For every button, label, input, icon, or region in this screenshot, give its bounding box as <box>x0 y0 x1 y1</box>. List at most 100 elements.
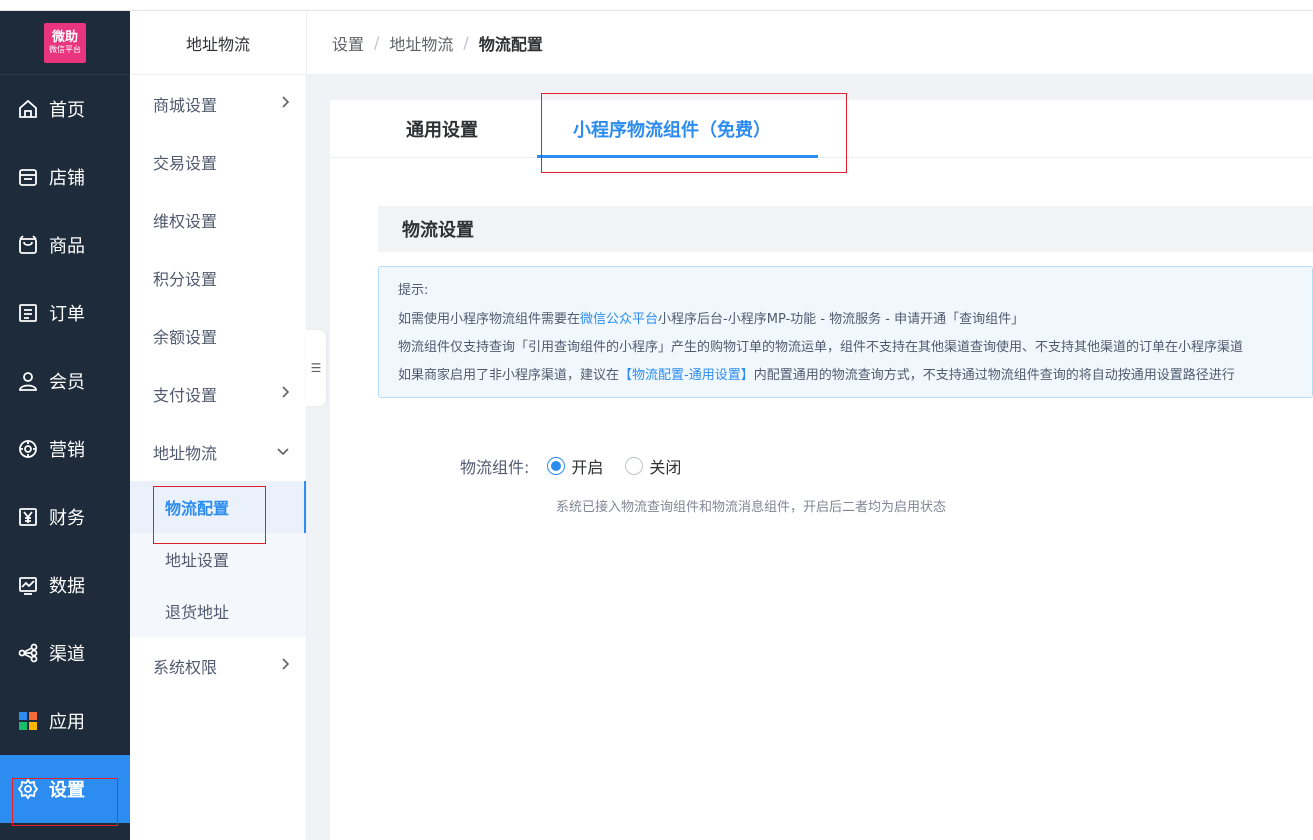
nav-item-settings[interactable]: 设置 <box>0 755 130 823</box>
alert-line-1-post: 小程序后台-小程序MP-功能 - 物流服务 - 申请开通「查询组件」 <box>658 312 1025 327</box>
tab-miniprogram-logistics[interactable]: 小程序物流组件（免费） <box>573 100 771 158</box>
sub-item-rights-settings[interactable]: 维权设置 <box>130 191 306 249</box>
settings-icon <box>17 778 39 800</box>
logo-line-1: 微助 <box>51 30 78 45</box>
nav-label-finance: 财务 <box>49 508 85 529</box>
sub-item-label: 积分设置 <box>153 270 218 289</box>
chart-icon <box>17 574 39 596</box>
nav-label-products: 商品 <box>49 236 85 257</box>
menu-collapse-icon: ☰ <box>310 361 322 375</box>
sub-child-logistics-config[interactable]: 物流配置 <box>130 481 306 533</box>
wechat-platform-link[interactable]: 微信公众平台 <box>580 312 658 327</box>
nav-item-channels[interactable]: 渠道 <box>0 619 130 687</box>
alert-line-1: 如需使用小程序物流组件需要在微信公众平台小程序后台-小程序MP-功能 - 物流服… <box>398 306 1312 334</box>
logo-area[interactable]: 微助 微信平台 <box>0 11 130 75</box>
nav-label-channels: 渠道 <box>49 644 85 665</box>
sub-item-points-settings[interactable]: 积分设置 <box>130 249 306 307</box>
sub-item-label: 维权设置 <box>153 212 218 231</box>
sub-item-trade-settings[interactable]: 交易设置 <box>130 133 306 191</box>
sub-child-return-address[interactable]: 退货地址 <box>130 585 306 637</box>
main-nav-list: 首页 店铺 商品 订单 会员 营销 财务 数据 渠道 应用 设置 <box>0 75 130 823</box>
logistics-component-label: 物流组件: <box>460 458 530 477</box>
nav-label-store: 店铺 <box>49 168 85 189</box>
logistics-component-row: 物流组件: 开启 关闭 <box>460 454 703 478</box>
marketing-gear-icon <box>17 438 39 460</box>
radio-checked-icon[interactable] <box>547 457 566 475</box>
content-card: 通用设置 小程序物流组件（免费） 物流设置 提示: 如需使用小程序物流组件需要在… <box>330 100 1313 840</box>
tip-alert: 提示: 如需使用小程序物流组件需要在微信公众平台小程序后台-小程序MP-功能 -… <box>378 266 1313 398</box>
main-nav: 微助 微信平台 首页 店铺 商品 订单 会员 营销 财务 数据 渠道 应用 设置 <box>0 11 130 840</box>
nav-item-orders[interactable]: 订单 <box>0 279 130 347</box>
yen-icon <box>17 506 39 528</box>
browser-top-strip <box>0 0 1313 11</box>
home-icon <box>17 98 39 120</box>
breadcrumb: 设置 / 地址物流 / 物流配置 <box>307 11 1313 75</box>
nav-label-apps: 应用 <box>49 712 85 733</box>
logo-line-2: 微信平台 <box>49 45 81 54</box>
tab-bar: 通用设置 小程序物流组件（免费） <box>330 100 1313 158</box>
nav-item-data[interactable]: 数据 <box>0 551 130 619</box>
product-bag-icon <box>17 234 39 256</box>
nav-item-marketing[interactable]: 营销 <box>0 415 130 483</box>
user-icon <box>17 370 39 392</box>
radio-enable[interactable]: 开启 <box>547 454 603 478</box>
sub-children: 物流配置 地址设置 退货地址 <box>130 481 306 637</box>
nav-item-home[interactable]: 首页 <box>0 75 130 143</box>
active-tab-indicator <box>537 155 818 158</box>
nav-item-finance[interactable]: 财务 <box>0 483 130 551</box>
chevron-down-icon <box>276 444 290 460</box>
chevron-right-icon <box>280 385 290 403</box>
nav-item-members[interactable]: 会员 <box>0 347 130 415</box>
sub-child-address-settings[interactable]: 地址设置 <box>130 533 306 585</box>
alert-line-3-pre: 如果商家启用了非小程序渠道，建议在 <box>398 368 620 383</box>
nav-item-store[interactable]: 店铺 <box>0 143 130 211</box>
sub-item-label: 交易设置 <box>153 154 218 173</box>
form-help-text: 系统已接入物流查询组件和物流消息组件，开启后二者均为启用状态 <box>556 500 947 515</box>
apps-grid-icon <box>17 710 39 732</box>
breadcrumb-separator: / <box>463 33 469 52</box>
order-list-icon <box>17 302 39 324</box>
sub-item-system-permissions[interactable]: 系统权限 <box>130 637 306 695</box>
nav-label-orders: 订单 <box>49 304 85 325</box>
sub-item-payment-settings[interactable]: 支付设置 <box>130 365 306 423</box>
collapse-sidebar-button[interactable]: ☰ <box>306 330 326 406</box>
sub-item-mall-settings[interactable]: 商城设置 <box>130 75 306 133</box>
breadcrumb-separator: / <box>374 33 380 52</box>
sub-nav-header: 地址物流 <box>130 11 306 75</box>
sub-item-balance-settings[interactable]: 余额设置 <box>130 307 306 365</box>
radio-enable-label: 开启 <box>571 458 604 477</box>
sub-item-address-logistics[interactable]: 地址物流 <box>130 423 306 481</box>
breadcrumb-item-current: 物流配置 <box>478 34 543 54</box>
chevron-right-icon <box>280 95 290 113</box>
radio-disable[interactable]: 关闭 <box>625 454 681 478</box>
nav-label-members: 会员 <box>49 372 85 393</box>
nav-label-settings: 设置 <box>49 780 85 801</box>
section-title: 物流设置 <box>378 206 1313 252</box>
general-settings-link[interactable]: 【物流配置-通用设置】 <box>619 368 754 383</box>
tab-general-settings[interactable]: 通用设置 <box>406 100 478 158</box>
alert-line-1-pre: 如需使用小程序物流组件需要在 <box>398 312 581 327</box>
nav-item-apps[interactable]: 应用 <box>0 687 130 755</box>
breadcrumb-item-address-logistics[interactable]: 地址物流 <box>389 31 453 55</box>
alert-title: 提示: <box>398 283 429 298</box>
brand-logo: 微助 微信平台 <box>44 22 86 63</box>
breadcrumb-item-settings[interactable]: 设置 <box>332 31 364 55</box>
nav-label-home: 首页 <box>49 100 85 121</box>
sub-item-label: 余额设置 <box>153 328 218 347</box>
radio-disable-label: 关闭 <box>649 458 682 477</box>
share-nodes-icon <box>17 642 39 664</box>
alert-line-2: 物流组件仅支持查询「引用查询组件的小程序」产生的购物订单的物流运单，组件不支持在… <box>398 340 1244 355</box>
sub-item-label: 地址物流 <box>153 444 218 463</box>
store-icon <box>17 166 39 188</box>
nav-item-products[interactable]: 商品 <box>0 211 130 279</box>
nav-label-data: 数据 <box>49 576 85 597</box>
alert-line-3: 如果商家启用了非小程序渠道，建议在【物流配置-通用设置】内配置通用的物流查询方式… <box>398 362 1312 390</box>
radio-unchecked-icon[interactable] <box>625 457 644 475</box>
sub-item-label: 商城设置 <box>153 96 218 115</box>
sub-nav: 地址物流 商城设置 交易设置 维权设置 积分设置 余额设置 支付设置 地址物流 … <box>130 11 307 840</box>
sub-item-label: 系统权限 <box>153 658 218 677</box>
nav-label-marketing: 营销 <box>49 440 85 461</box>
alert-line-3-post: 内配置通用的物流查询方式，不支持通过物流组件查询的将自动按通用设置路径进行 <box>753 368 1235 383</box>
sub-item-label: 支付设置 <box>153 386 218 405</box>
chevron-right-icon <box>280 657 290 675</box>
